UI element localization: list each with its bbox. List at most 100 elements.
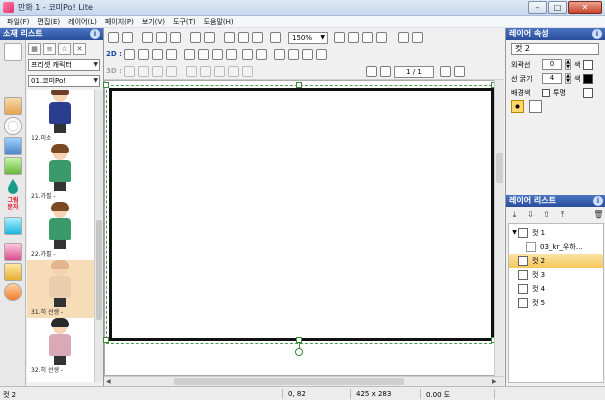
favorite-category-icon[interactable] — [4, 283, 22, 301]
layer-item[interactable]: 컷 5 — [509, 296, 603, 310]
material-item[interactable]: 31.히 선생 - — [27, 260, 94, 318]
outline-input[interactable]: 0 — [542, 59, 562, 70]
ungroup-icon[interactable] — [256, 49, 267, 60]
close-button[interactable]: ✕ — [568, 1, 602, 14]
effect-drop-icon[interactable] — [4, 177, 22, 195]
send-backward-icon[interactable] — [138, 49, 149, 60]
send-back-icon[interactable] — [166, 49, 177, 60]
background-category-icon[interactable] — [4, 137, 22, 155]
outline-color-swatch[interactable] — [583, 59, 594, 70]
3d-tool-6-icon[interactable] — [200, 66, 211, 77]
info-icon[interactable]: i — [593, 196, 603, 206]
page-add-icon[interactable] — [142, 32, 153, 43]
undo-icon[interactable] — [190, 32, 201, 43]
category-select[interactable]: 프리셋 캐릭터 ▼ — [28, 59, 100, 71]
comic-panel-frame[interactable] — [109, 88, 494, 341]
group-icon[interactable] — [242, 49, 253, 60]
3d-tool-8-icon[interactable] — [228, 66, 239, 77]
menu-layer[interactable]: 레이어(L) — [64, 17, 101, 27]
reset-rotation-icon[interactable] — [302, 49, 313, 60]
3d-tool-5-icon[interactable] — [186, 66, 197, 77]
zoom-out-icon[interactable] — [348, 32, 359, 43]
speech-balloon-icon[interactable] — [4, 117, 22, 135]
resize-handle-top-left[interactable] — [103, 82, 109, 88]
snapshot-icon[interactable] — [412, 32, 423, 43]
menu-edit[interactable]: 편집(E) — [33, 17, 64, 27]
last-page-icon[interactable] — [454, 66, 465, 77]
effect-burst-icon[interactable] — [4, 217, 22, 235]
3d-tool-2-icon[interactable] — [138, 66, 149, 77]
layer-item[interactable]: 컷 2 — [509, 254, 603, 268]
3d-tool-7-icon[interactable] — [214, 66, 225, 77]
thickness-input[interactable]: 4 — [542, 73, 562, 84]
delete-icon[interactable] — [270, 32, 281, 43]
info-icon[interactable]: i — [90, 29, 100, 39]
next-page-icon[interactable] — [440, 66, 451, 77]
export-icon[interactable] — [170, 32, 181, 43]
scrollbar-thumb[interactable] — [496, 153, 503, 183]
flip-horizontal-icon[interactable] — [184, 49, 195, 60]
crop-icon[interactable] — [226, 49, 237, 60]
fit-width-icon[interactable] — [376, 32, 387, 43]
grid-view-icon[interactable]: ▦ — [28, 43, 41, 55]
rotate-left-icon[interactable] — [274, 49, 285, 60]
scrollbar-thumb[interactable] — [174, 378, 404, 385]
gradation-text-label[interactable]: 그림 문자 — [3, 197, 23, 211]
character-category-icon[interactable] — [4, 97, 22, 115]
bring-forward-icon[interactable] — [124, 49, 135, 60]
3d-tool-3-icon[interactable] — [152, 66, 163, 77]
move-layer-up-icon[interactable]: ⇧ — [541, 209, 552, 220]
rotate-right-icon[interactable] — [288, 49, 299, 60]
panel-frame-icon[interactable] — [4, 243, 22, 261]
layer-item[interactable]: ▼ 컷 1 — [509, 226, 603, 240]
3d-tool-9-icon[interactable] — [242, 66, 253, 77]
character-select[interactable]: 01.코미Po! ▼ — [28, 75, 100, 87]
layout-category-icon[interactable] — [4, 263, 22, 281]
material-list-scrollbar[interactable] — [94, 90, 103, 382]
zoom-in-icon[interactable] — [334, 32, 345, 43]
scrollbar-thumb[interactable] — [96, 220, 102, 320]
material-item[interactable]: 22.가필 - — [27, 202, 94, 260]
canvas[interactable] — [103, 80, 504, 376]
frame-icon[interactable] — [529, 100, 542, 113]
menu-help[interactable]: 도움말(H) — [200, 17, 238, 27]
material-item[interactable]: 21.가필 - — [27, 144, 94, 202]
maximize-button[interactable]: □ — [548, 1, 567, 14]
outline-stepper[interactable]: ▲ ▼ — [565, 59, 571, 70]
layer-item[interactable]: 컷 4 — [509, 282, 603, 296]
page-settings-icon[interactable] — [366, 66, 377, 77]
bring-front-icon[interactable] — [152, 49, 163, 60]
move-top-icon[interactable]: ⤒ — [557, 209, 568, 220]
move-layer-down-icon[interactable]: ⇩ — [525, 209, 536, 220]
scale-icon[interactable] — [316, 49, 327, 60]
minimize-button[interactable]: – — [528, 1, 547, 14]
3d-tool-4-icon[interactable] — [166, 66, 177, 77]
save-icon[interactable] — [122, 32, 133, 43]
move-down-icon[interactable]: ⤓ — [509, 209, 520, 220]
layer-item[interactable]: 컷 3 — [509, 268, 603, 282]
list-view-icon[interactable]: ≡ — [43, 43, 56, 55]
zoom-select[interactable]: 150% ▼ — [288, 32, 328, 44]
menu-file[interactable]: 파일(F) — [3, 17, 33, 27]
trash-icon[interactable]: 🗑 — [593, 209, 604, 220]
flip-vertical-icon[interactable] — [198, 49, 209, 60]
guide-icon[interactable] — [398, 32, 409, 43]
expand-arrow-icon[interactable]: ▼ — [511, 226, 518, 240]
3d-tool-1-icon[interactable] — [124, 66, 135, 77]
fit-page-icon[interactable] — [362, 32, 373, 43]
page-copy-icon[interactable] — [156, 32, 167, 43]
canvas-horizontal-scrollbar[interactable]: ◀ ▶ — [104, 376, 504, 386]
menu-page[interactable]: 페이지(P) — [101, 17, 138, 27]
material-item[interactable]: 32.히 선생 - — [27, 318, 94, 376]
eye-icon[interactable] — [511, 100, 524, 113]
thickness-color-swatch[interactable] — [583, 73, 594, 84]
background-color-swatch[interactable] — [582, 87, 593, 98]
material-item[interactable]: 12.미소 — [27, 90, 94, 144]
paste-icon[interactable] — [252, 32, 263, 43]
copy-icon[interactable] — [238, 32, 249, 43]
favorite-star-icon[interactable]: ☆ — [58, 43, 71, 55]
resize-handle-top[interactable] — [296, 82, 302, 88]
delete-material-icon[interactable]: ✕ — [73, 43, 86, 55]
rotate-icon[interactable] — [212, 49, 223, 60]
layer-item[interactable]: 03_kr_우하… — [509, 240, 603, 254]
